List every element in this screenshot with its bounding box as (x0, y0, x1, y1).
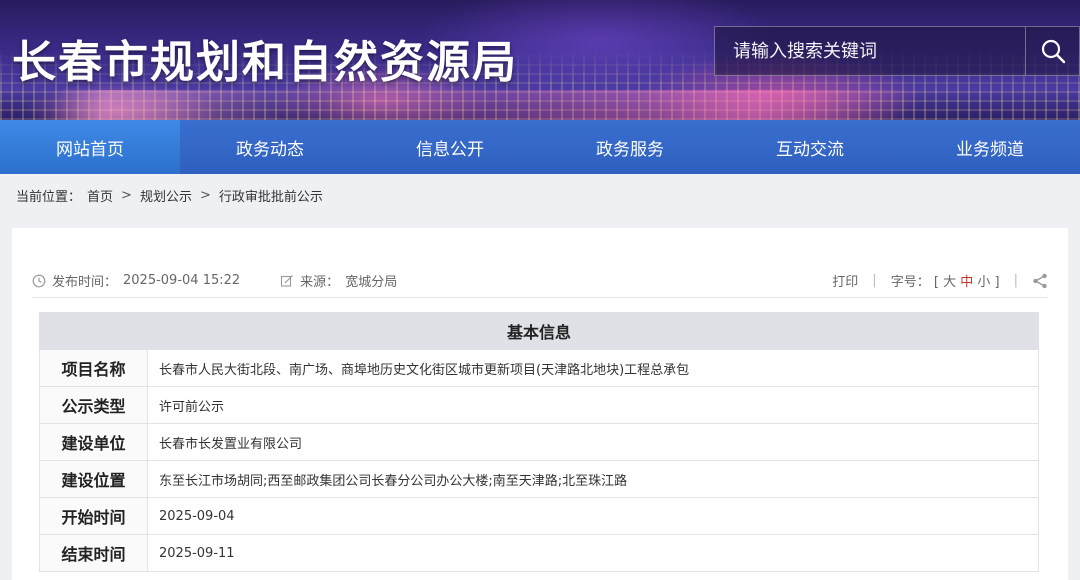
basic-info-table: 基本信息 项目名称 长春市人民大街北段、南广场、商埠地历史文化街区城市更新项目(… (39, 312, 1039, 572)
breadcrumb-current[interactable]: 行政审批批前公示 (219, 186, 323, 205)
nav-item-interaction[interactable]: 互动交流 (720, 120, 900, 174)
print-button[interactable]: 打印 (832, 271, 858, 290)
header-banner: 长春市规划和自然资源局 (0, 0, 1080, 120)
row-label: 项目名称 (39, 349, 148, 387)
font-size-control: 字号： [ 大 中 小 ] (891, 271, 1000, 290)
table-row: 项目名称 长春市人民大街北段、南广场、商埠地历史文化街区城市更新项目(天津路北地… (39, 349, 1039, 387)
site-title: 长春市规划和自然资源局 (12, 37, 518, 88)
article-tools: 打印 | 字号： [ 大 中 小 ] | (832, 271, 1048, 290)
row-label: 建设单位 (39, 423, 148, 461)
font-size-small[interactable]: 小 (977, 275, 990, 290)
table-row: 开始时间 2025-09-04 (39, 497, 1039, 535)
main-nav: 网站首页 政务动态 信息公开 政务服务 互动交流 业务频道 (0, 120, 1080, 174)
font-size-medium[interactable]: 中 (960, 275, 973, 290)
publish-time: 2025-09-04 15:22 (123, 273, 241, 288)
share-icon[interactable] (1032, 273, 1048, 289)
table-heading: 基本信息 (39, 312, 1039, 350)
table-row: 结束时间 2025-09-11 (39, 534, 1039, 572)
breadcrumb-home[interactable]: 首页 (87, 186, 113, 205)
row-label: 结束时间 (39, 534, 148, 572)
row-value: 许可前公示 (147, 386, 1039, 424)
table-row: 公示类型 许可前公示 (39, 386, 1039, 424)
row-label: 开始时间 (39, 497, 148, 535)
tool-divider: | (872, 273, 877, 288)
nav-item-channels[interactable]: 业务频道 (900, 120, 1080, 174)
breadcrumb-prefix: 当前位置： (16, 190, 82, 205)
publish-info: 发布时间： 2025-09-04 15:22 (32, 271, 240, 290)
font-bracket-open: [ (933, 275, 939, 290)
article-meta: 发布时间： 2025-09-04 15:22 来源： 宽城分局 打印 | 字号：… (32, 270, 1048, 298)
font-size-label: 字号： (890, 275, 930, 290)
row-value: 长春市人民大街北段、南广场、商埠地历史文化街区城市更新项目(天津路北地块)工程总… (147, 349, 1039, 387)
font-bracket-close: ] (994, 275, 1000, 290)
font-size-large[interactable]: 大 (943, 275, 956, 290)
breadcrumb-separator: > (199, 188, 211, 203)
search-box (714, 26, 1080, 76)
nav-item-disclosure[interactable]: 信息公开 (360, 120, 540, 174)
row-label: 公示类型 (39, 386, 148, 424)
search-icon (1041, 39, 1065, 64)
row-value: 东至长江市场胡同;西至邮政集团公司长春分公司办公大楼;南至天津路;北至珠江路 (147, 460, 1039, 498)
table-row: 建设单位 长春市长发置业有限公司 (39, 423, 1039, 461)
road-lights-decoration (0, 90, 1080, 120)
nav-item-news[interactable]: 政务动态 (180, 120, 360, 174)
row-value: 2025-09-11 (147, 534, 1039, 572)
row-value: 长春市长发置业有限公司 (147, 423, 1039, 461)
nav-item-home[interactable]: 网站首页 (0, 120, 180, 174)
tool-divider: | (1013, 273, 1018, 288)
source-info: 来源： 宽城分局 (280, 271, 397, 290)
publish-label: 发布时间： (52, 275, 118, 290)
search-button[interactable] (1025, 27, 1079, 75)
row-value: 2025-09-04 (147, 497, 1039, 535)
edit-icon (281, 274, 294, 287)
article-card: 发布时间： 2025-09-04 15:22 来源： 宽城分局 打印 | 字号：… (12, 228, 1068, 580)
clock-icon (32, 274, 46, 287)
table-row: 建设位置 东至长江市场胡同;西至邮政集团公司长春分公司办公大楼;南至天津路;北至… (39, 460, 1039, 498)
row-label: 建设位置 (39, 460, 148, 498)
source-value: 宽城分局 (345, 275, 398, 290)
breadcrumb-planning[interactable]: 规划公示 (140, 186, 192, 205)
breadcrumb-separator: > (121, 188, 132, 203)
source-label: 来源： (300, 275, 340, 290)
nav-item-services[interactable]: 政务服务 (540, 120, 720, 174)
search-input[interactable] (715, 27, 1025, 75)
breadcrumb: 当前位置： 首页 > 规划公示 > 行政审批批前公示 (16, 186, 323, 205)
